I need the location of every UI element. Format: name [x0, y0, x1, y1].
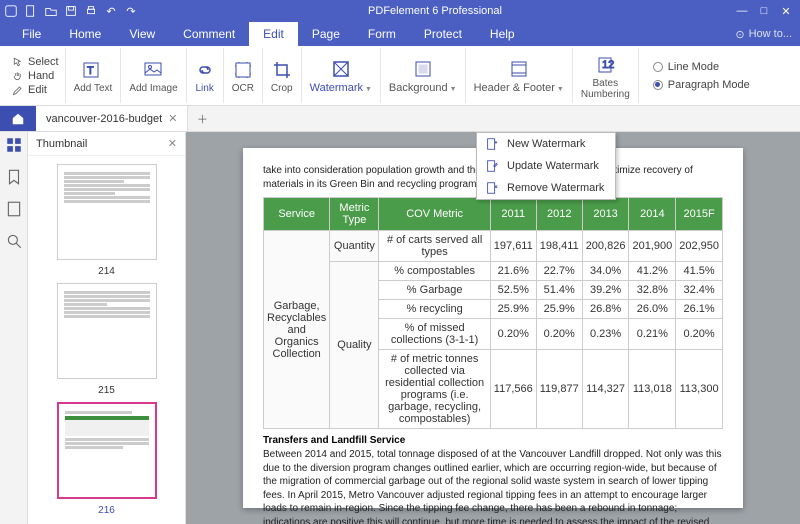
minimize-button[interactable]: — — [732, 3, 752, 19]
menubar: File Home View Comment Edit Page Form Pr… — [0, 22, 800, 46]
search-icon[interactable] — [5, 232, 23, 250]
thumbnail-page-selected[interactable] — [57, 402, 157, 499]
ribbon-add-text[interactable]: TAdd Text — [66, 48, 122, 103]
data-table: ServiceMetric TypeCOV Metric201120122013… — [263, 197, 723, 429]
app-title: PDFelement 6 Professional — [138, 5, 732, 17]
maximize-button[interactable]: □ — [754, 3, 774, 19]
radio-line-mode[interactable]: Line Mode — [653, 61, 750, 73]
ribbon-add-image[interactable]: Add Image — [121, 48, 186, 103]
dd-update-watermark[interactable]: Update Watermark — [477, 155, 615, 177]
thumbnail-number: 214 — [98, 266, 115, 277]
titlebar: ↶ ↷ PDFelement 6 Professional — □ ✕ — [0, 0, 800, 22]
tool-select[interactable]: Select — [12, 56, 59, 68]
menu-protect[interactable]: Protect — [410, 22, 476, 46]
sidebar — [0, 132, 28, 524]
save-icon[interactable] — [64, 4, 78, 18]
thumbnail-page[interactable] — [57, 164, 157, 260]
howto-link[interactable]: ⊙How to... — [735, 28, 792, 41]
ribbon-bates[interactable]: 12Bates Numbering — [573, 48, 639, 103]
new-icon[interactable] — [24, 4, 38, 18]
radio-paragraph-mode[interactable]: Paragraph Mode — [653, 79, 750, 91]
menu-view[interactable]: View — [115, 22, 169, 46]
close-thumbnail-icon[interactable]: ✕ — [168, 137, 177, 150]
pdf-page: take into consideration population growt… — [243, 148, 743, 508]
viewer[interactable]: New Watermark Update Watermark Remove Wa… — [186, 132, 800, 524]
thumbnail-number: 216 — [98, 505, 115, 516]
print-icon[interactable] — [84, 4, 98, 18]
svg-text:T: T — [87, 65, 94, 77]
menu-home[interactable]: Home — [55, 22, 115, 46]
app-icon — [4, 4, 18, 18]
ribbon-ocr[interactable]: OCR — [224, 48, 263, 103]
ribbon-header-footer[interactable]: Header & Footer▼ — [466, 48, 573, 103]
menu-form[interactable]: Form — [354, 22, 410, 46]
bookmark-icon[interactable] — [5, 168, 23, 186]
menu-page[interactable]: Page — [298, 22, 354, 46]
home-tab-button[interactable] — [0, 106, 36, 131]
menu-edit[interactable]: Edit — [249, 22, 298, 46]
thumbnail-title: Thumbnail — [36, 138, 87, 150]
body-text: Between 2014 and 2015, total tonnage dis… — [263, 448, 723, 524]
menu-help[interactable]: Help — [476, 22, 529, 46]
dd-remove-watermark[interactable]: Remove Watermark — [477, 177, 615, 199]
thumbnails-icon[interactable] — [5, 136, 23, 154]
ribbon: Select Hand Edit TAdd Text Add Image Lin… — [0, 46, 800, 106]
ribbon-crop[interactable]: Crop — [263, 48, 302, 103]
close-button[interactable]: ✕ — [776, 3, 796, 19]
tool-edit[interactable]: Edit — [12, 84, 59, 96]
close-tab-icon[interactable]: ✕ — [168, 112, 177, 125]
attachment-icon[interactable] — [5, 200, 23, 218]
document-tab[interactable]: vancouver-2016-budget✕ — [36, 106, 188, 131]
svg-text:12: 12 — [602, 59, 614, 71]
menu-comment[interactable]: Comment — [169, 22, 249, 46]
ribbon-background[interactable]: Background▼ — [381, 48, 466, 103]
redo-icon[interactable]: ↷ — [124, 4, 138, 18]
thumbnail-page[interactable] — [57, 283, 157, 379]
menu-file[interactable]: File — [8, 22, 55, 46]
tool-hand[interactable]: Hand — [12, 70, 59, 82]
open-icon[interactable] — [44, 4, 58, 18]
thumbnail-panel: Thumbnail ✕ 214 215 216 — [28, 132, 186, 524]
add-tab-button[interactable]: ＋ — [188, 106, 216, 131]
section-heading: Transfers and Landfill Service — [263, 435, 723, 446]
dd-new-watermark[interactable]: New Watermark — [477, 133, 615, 155]
ribbon-watermark[interactable]: Watermark▼ — [302, 48, 381, 103]
thumbnail-number: 215 — [98, 385, 115, 396]
undo-icon[interactable]: ↶ — [104, 4, 118, 18]
tabbar: vancouver-2016-budget✕ ＋ — [0, 106, 800, 132]
watermark-dropdown: New Watermark Update Watermark Remove Wa… — [476, 132, 616, 200]
ribbon-link[interactable]: Link — [187, 48, 224, 103]
